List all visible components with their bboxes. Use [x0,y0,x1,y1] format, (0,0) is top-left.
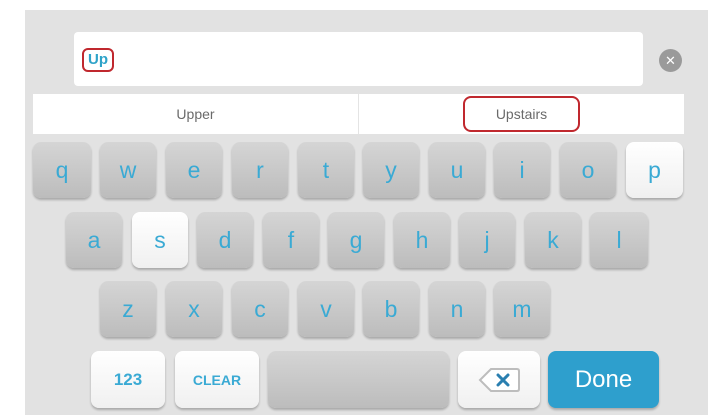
key-q[interactable]: q [33,142,91,198]
key-u[interactable]: u [429,142,485,198]
suggestion-upper[interactable]: Upper [33,94,359,134]
key-e[interactable]: e [166,142,222,198]
input-value: Up [82,48,114,72]
key-c[interactable]: c [232,281,288,337]
suggestion-label: Upstairs [462,96,581,132]
key-z[interactable]: z [100,281,156,337]
key-y[interactable]: y [363,142,419,198]
space-key[interactable] [268,351,449,408]
key-l[interactable]: l [590,212,648,268]
key-i[interactable]: i [494,142,550,198]
suggestion-label: Upper [176,106,215,122]
key-s[interactable]: s [132,212,188,268]
key-b[interactable]: b [363,281,419,337]
numbers-key[interactable]: 123 [91,351,165,408]
key-g[interactable]: g [328,212,384,268]
key-j[interactable]: j [459,212,515,268]
key-t[interactable]: t [298,142,354,198]
key-h[interactable]: h [394,212,450,268]
done-button[interactable]: Done [548,351,659,408]
clear-input-icon[interactable]: ✕ [659,49,682,72]
text-input-field[interactable] [74,32,643,86]
key-x[interactable]: x [166,281,222,337]
key-m[interactable]: m [494,281,550,337]
key-r[interactable]: r [232,142,288,198]
key-v[interactable]: v [298,281,354,337]
key-k[interactable]: k [525,212,581,268]
key-w[interactable]: w [100,142,156,198]
backspace-key[interactable] [458,351,540,408]
key-d[interactable]: d [197,212,253,268]
key-n[interactable]: n [429,281,485,337]
key-p[interactable]: p [626,142,683,198]
key-o[interactable]: o [560,142,616,198]
clear-key[interactable]: CLEAR [175,351,259,408]
backspace-icon [478,367,520,393]
key-a[interactable]: a [66,212,122,268]
suggestion-bar: Upper Upstairs [33,94,684,134]
suggestion-upstairs[interactable]: Upstairs [359,94,684,134]
key-f[interactable]: f [263,212,319,268]
